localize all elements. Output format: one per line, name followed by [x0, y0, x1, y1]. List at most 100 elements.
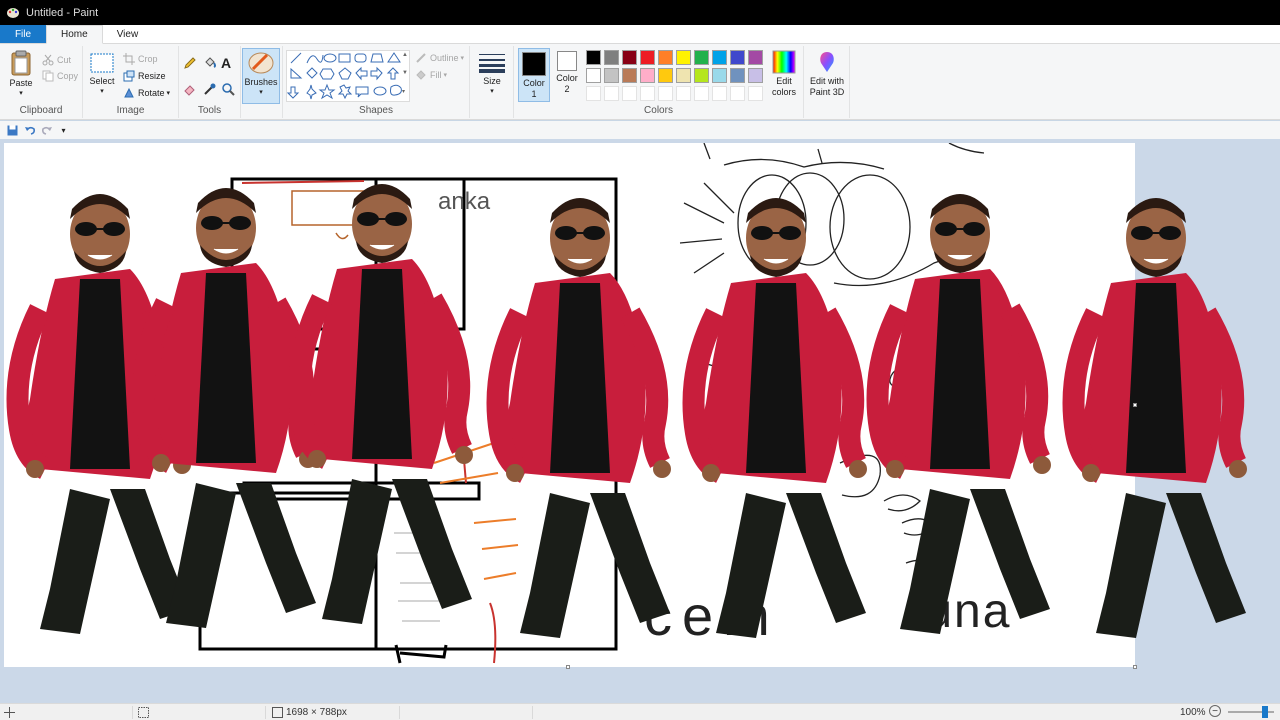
shapes-scroll-up-icon[interactable]: ▲ [402, 52, 408, 58]
save-icon[interactable] [4, 123, 21, 137]
palette-swatch[interactable] [694, 50, 709, 65]
pencil-icon[interactable] [183, 56, 197, 70]
paint3d-icon [820, 52, 834, 72]
palette-swatch[interactable] [694, 68, 709, 83]
undo-icon[interactable] [21, 123, 38, 137]
palette-swatch[interactable] [676, 68, 691, 83]
shapes-gallery-icons [286, 52, 402, 100]
edit-colors-button[interactable]: Edit colors [768, 50, 800, 98]
resize-icon [123, 70, 135, 82]
palette-swatch[interactable] [712, 50, 727, 65]
palette-swatch[interactable] [748, 50, 763, 65]
magnifier-icon[interactable] [221, 82, 235, 96]
palette-swatch[interactable] [658, 50, 673, 65]
selection-size-icon [138, 707, 149, 718]
colors-group-label: Colors [644, 105, 673, 116]
select-label: Select [89, 76, 115, 86]
size-dropdown-icon: ▾ [490, 88, 494, 95]
color-spectrum-icon [772, 50, 796, 74]
window-title: Untitled - Paint [26, 6, 99, 19]
line-size-icon [479, 54, 505, 73]
custom-color-slot[interactable] [622, 86, 637, 101]
cut-button[interactable]: Cut [42, 52, 71, 68]
quick-access-toolbar: ▾ [0, 121, 1280, 139]
custom-color-slot[interactable] [586, 86, 601, 101]
palette-swatch[interactable] [748, 68, 763, 83]
fill-button[interactable]: Fill ▾ [415, 67, 447, 83]
image-group: Select ▾ Crop Resize Rotate ▾ Image [83, 46, 179, 118]
paste-dropdown-icon: ▾ [19, 90, 23, 97]
title-bar: Untitled - Paint [0, 0, 1280, 25]
resize-label: Resize [138, 71, 166, 81]
palette-swatch[interactable] [622, 50, 637, 65]
canvas-resize-bottom-handle[interactable] [566, 665, 570, 669]
select-button[interactable]: Select ▾ [87, 52, 117, 95]
tab-home[interactable]: Home [46, 25, 103, 44]
image-size-icon [272, 707, 283, 718]
shapes-group-label: Shapes [359, 105, 393, 116]
crop-button[interactable]: Crop [123, 51, 158, 67]
brushes-dropdown-icon: ▾ [259, 89, 263, 96]
selection-icon [90, 53, 114, 73]
palette-swatch[interactable] [730, 50, 745, 65]
color2-label: Color 2 [556, 73, 578, 94]
shapes-gallery[interactable] [286, 50, 410, 102]
ribbon-tabs: File Home View [0, 25, 1280, 44]
text-tool-icon[interactable]: A [221, 55, 231, 71]
custom-color-slot[interactable] [676, 86, 691, 101]
redo-icon[interactable] [38, 123, 55, 137]
zoom-out-icon[interactable]: − [1209, 705, 1221, 717]
fill-dropdown-icon: ▾ [443, 72, 448, 79]
customize-qat-icon[interactable]: ▾ [55, 123, 72, 137]
brushes-button[interactable]: Brushes ▾ [242, 48, 280, 104]
cursor-position-icon [4, 707, 15, 718]
resize-button[interactable]: Resize [123, 68, 166, 84]
palette-swatch[interactable] [730, 68, 745, 83]
color2-button[interactable]: Color 2 [552, 51, 582, 95]
dancing-man-figure [288, 184, 473, 624]
outline-button[interactable]: Outline ▾ [415, 50, 464, 66]
paste-button[interactable]: Paste ▾ [6, 50, 36, 97]
dancing-man-figure [866, 194, 1051, 634]
palette-swatch[interactable] [676, 50, 691, 65]
palette-swatch[interactable] [604, 50, 619, 65]
custom-color-slot[interactable] [730, 86, 745, 101]
palette-swatch[interactable] [586, 50, 601, 65]
palette-swatch[interactable] [640, 68, 655, 83]
copy-button[interactable]: Copy [42, 68, 78, 84]
zoom-slider-thumb[interactable] [1262, 706, 1268, 718]
shapes-expand-icon[interactable]: ▾ [402, 88, 405, 95]
size-label: Size [483, 76, 501, 86]
custom-color-slot[interactable] [694, 86, 709, 101]
custom-color-slot[interactable] [640, 86, 655, 101]
color1-button[interactable]: Color 1 [518, 48, 550, 102]
palette-swatch[interactable] [640, 50, 655, 65]
eraser-icon[interactable] [183, 82, 197, 96]
edit-colors-label: Edit colors [771, 76, 796, 97]
palette-swatch[interactable] [586, 68, 601, 83]
custom-color-slot[interactable] [712, 86, 727, 101]
custom-color-slot[interactable] [748, 86, 763, 101]
canvas-resize-right-handle[interactable] [1133, 403, 1137, 407]
palette-swatch[interactable] [712, 68, 727, 83]
fill-bucket-icon[interactable] [203, 56, 217, 70]
tab-view[interactable]: View [103, 25, 153, 43]
rotate-icon [124, 87, 134, 98]
color-picker-icon[interactable] [203, 82, 217, 96]
size-button[interactable]: Size ▾ [476, 52, 508, 95]
brush-icon [248, 52, 274, 74]
tab-file[interactable]: File [0, 25, 46, 43]
canvas-area[interactable]: anka cem tuna [0, 139, 1280, 703]
canvas-resize-corner-handle[interactable] [1133, 665, 1137, 669]
zoom-slider[interactable] [1228, 706, 1274, 718]
dancing-man-figure [682, 198, 867, 638]
fill-label: Fill [430, 70, 442, 80]
shapes-scroll-down-icon[interactable]: ▼ [402, 70, 408, 76]
palette-swatch[interactable] [604, 68, 619, 83]
custom-color-slot[interactable] [658, 86, 673, 101]
palette-swatch[interactable] [658, 68, 673, 83]
palette-swatch[interactable] [622, 68, 637, 83]
rotate-button[interactable]: Rotate ▾ [123, 85, 170, 101]
custom-color-slot[interactable] [604, 86, 619, 101]
edit-paint3d-button[interactable]: Edit with Paint 3D [806, 50, 848, 98]
